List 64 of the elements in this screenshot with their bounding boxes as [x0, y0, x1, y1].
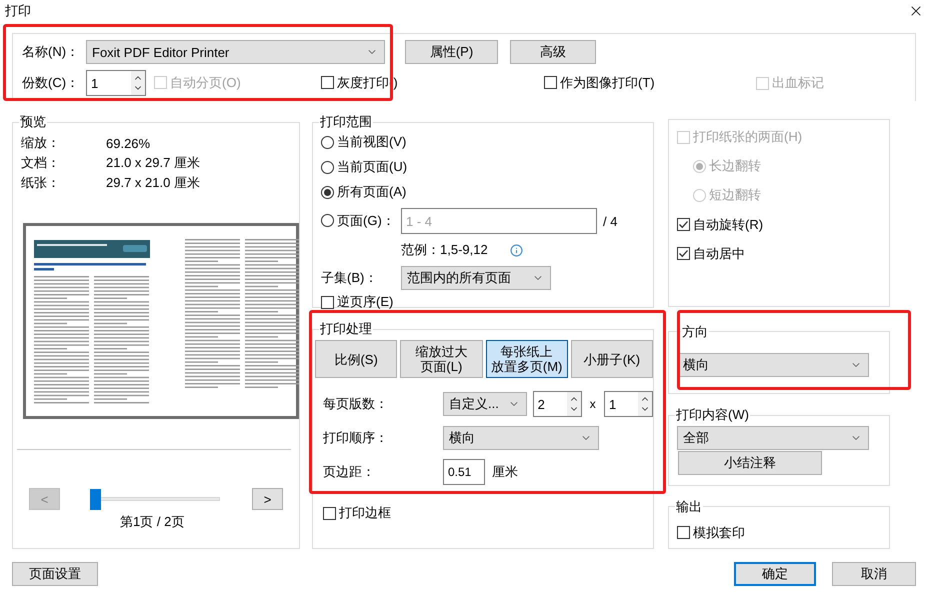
orientation-select[interactable]: 横向: [677, 352, 869, 377]
info-value: 69.26%: [106, 136, 150, 150]
margin-field[interactable]: 0.51: [443, 459, 485, 485]
advanced-button[interactable]: 高级: [510, 40, 596, 64]
order-select[interactable]: 横向: [443, 426, 599, 450]
summarize-comments-button[interactable]: 小结注释: [678, 451, 822, 476]
group-title: 预览: [19, 113, 47, 131]
group-title: 打印内容(W): [675, 406, 750, 424]
page-slider[interactable]: [90, 489, 220, 509]
range-example: 范例：1,5-9,12: [401, 241, 488, 259]
spin-arrows-icon[interactable]: [566, 392, 581, 416]
print-as-image-checkbox[interactable]: 作为图像打印(T): [544, 74, 655, 92]
mode-tab[interactable]: 小册子(K): [570, 340, 653, 378]
content-select[interactable]: 全部: [677, 426, 869, 450]
group-title: 打印范围: [319, 113, 373, 131]
radio-button[interactable]: 页面(G)：: [321, 212, 395, 230]
spin-arrows-icon[interactable]: [131, 71, 145, 95]
field-label: 名称(N)：: [22, 43, 80, 61]
radio-dot[interactable]: [321, 160, 334, 174]
field-label: 份数(C)：: [22, 74, 80, 92]
reverse-order-checkbox[interactable]: 逆页序(E): [321, 293, 394, 311]
rows-spinbox[interactable]: 1: [604, 391, 653, 417]
group-title: 方向: [681, 322, 709, 341]
spin-arrows-icon[interactable]: [638, 392, 652, 416]
radio-dot[interactable]: [321, 186, 334, 198]
radio-button[interactable]: 所有页面(A): [321, 183, 645, 201]
page-total: / 4: [603, 214, 618, 228]
radio-dot[interactable]: [321, 136, 334, 148]
field-label: 子集(B)：: [321, 269, 378, 287]
layout-select[interactable]: 自定义...: [443, 392, 527, 416]
unit-label: 厘米: [492, 463, 518, 481]
subset-select[interactable]: 范围内的所有页面: [401, 266, 551, 290]
mode-tab[interactable]: 每张纸上 放置多页(M): [486, 340, 568, 378]
info-value: 29.7 x 21.0 厘米: [106, 174, 200, 192]
properties-button[interactable]: 属性(P): [405, 40, 498, 64]
window-title: 打印: [5, 2, 31, 20]
field-label: 页边距：: [323, 463, 376, 481]
next-page-button[interactable]: >: [252, 488, 283, 510]
checkmark-icon: [678, 248, 689, 259]
simulate-overprint-checkbox[interactable]: 模拟套印: [677, 524, 745, 542]
printer-select[interactable]: Foxit PDF Editor Printer: [86, 40, 385, 64]
info-value: 21.0 x 29.7 厘米: [106, 154, 200, 172]
radio-button[interactable]: 当前视图(V): [321, 133, 645, 151]
radio-dot[interactable]: [321, 214, 334, 228]
group-title: 输出: [675, 498, 703, 516]
info-label: 纸张：: [21, 174, 61, 192]
times-sign: x: [588, 397, 597, 411]
columns-spinbox[interactable]: 2: [532, 391, 582, 417]
field-label: 打印顺序：: [323, 429, 389, 447]
checkmark-icon: [678, 219, 689, 230]
ok-button[interactable]: 确定: [734, 562, 816, 586]
mode-tab[interactable]: 比例(S): [315, 340, 398, 378]
mode-tab[interactable]: 缩放过大 页面(L): [400, 340, 482, 378]
field-label: 每页版数：: [323, 395, 389, 413]
page-setup-button[interactable]: 页面设置: [12, 562, 98, 586]
info-icon[interactable]: [510, 244, 523, 256]
radio-button[interactable]: 当前页面(U): [321, 158, 645, 176]
print-border-checkbox[interactable]: 打印边框: [323, 504, 391, 522]
info-label: 缩放：: [21, 134, 61, 152]
copies-spinbox[interactable]: 1: [86, 70, 146, 96]
info-label: 文档：: [21, 154, 61, 172]
cancel-button[interactable]: 取消: [832, 562, 916, 586]
group-title: 打印处理: [319, 320, 373, 338]
page-indicator: 第1页 / 2页: [120, 514, 184, 529]
